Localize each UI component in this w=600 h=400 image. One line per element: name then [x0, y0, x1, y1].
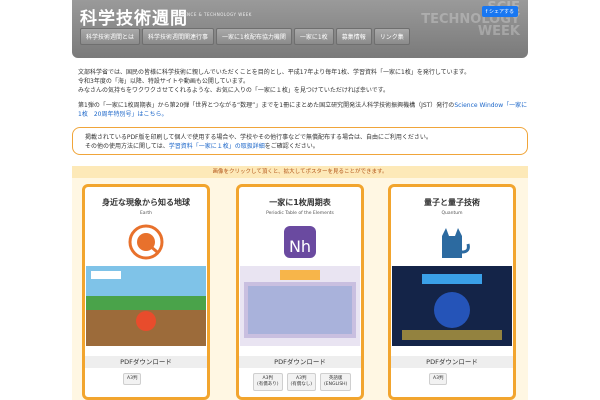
card-subtitle: Quantum [441, 211, 463, 216]
logo-subtitle: SCIENCE & TECHNOLOGY WEEK [176, 12, 252, 17]
nav-links[interactable]: リンク集 [373, 28, 410, 45]
nav-ikka-ni-ichimai[interactable]: 一家に1枚 [293, 28, 334, 45]
download-a3-button[interactable]: A3判 [123, 373, 142, 385]
pdf-download-label: PDFダウンロード [85, 356, 207, 368]
site-logo[interactable]: 科学技術週間 [80, 4, 188, 29]
click-hint-band: 画像をクリックして頂くと、拡大してポスターを見ることができます。 [72, 166, 528, 178]
poster-card-periodic-table: 一家に1枚周期表 Periodic Table of the Elements … [236, 184, 364, 400]
download-a3-free-button[interactable]: A3判 (有償なし) [286, 373, 317, 391]
download-a3-paid-button[interactable]: A3判 (有償あり) [253, 373, 283, 391]
card-title: 量子と量子技術 [424, 198, 480, 207]
pdf-download-label: PDFダウンロード [239, 356, 361, 368]
download-a3-button[interactable]: A3判 [429, 373, 448, 385]
nav-events[interactable]: 科学技術週間関連行事 [142, 28, 215, 45]
earth-poster-image[interactable] [86, 266, 206, 346]
site-header: 科学技術週間 SCIENCE & TECHNOLOGY WEEK SCIE TE… [72, 0, 528, 58]
pdf-download-label: PDFダウンロード [391, 356, 513, 368]
card-title: 一家に1枚周期表 [269, 198, 331, 207]
intro-text: 文部科学省では、国民の皆様に科学技術に親しんでいただくことを目的とし、平成17年… [78, 69, 528, 118]
facebook-share-button[interactable]: f シェアする [481, 6, 518, 17]
usage-details-link[interactable]: 学習資料「一家に１枚」の取扱詳細 [169, 143, 265, 150]
earth-icon [128, 224, 164, 260]
poster-card-earth: 身近な現象から知る地球 Earth PDFダウンロード A3判 [82, 184, 210, 400]
card-title: 身近な現象から知る地球 [102, 198, 190, 207]
svg-text:Nh: Nh [289, 237, 311, 256]
element-nh-icon: Nh [284, 226, 316, 258]
periodic-table-poster-image[interactable] [240, 266, 360, 346]
quantum-poster-image[interactable] [392, 266, 512, 346]
cat-icon [442, 228, 470, 258]
usage-notice: 掲載されているPDF版を印刷して個人で使用する場合や、学校やその他行事などで無償… [72, 127, 528, 155]
download-english-button[interactable]: 英語版 (ENGLISH) [320, 373, 352, 391]
main-nav: 科学技術週間とは 科学技術週間関連行事 一家に1枚配布協力機関 一家に1枚 募集… [80, 28, 410, 45]
card-subtitle: Earth [139, 211, 153, 216]
nav-recruitment[interactable]: 募集情報 [335, 28, 372, 45]
nav-distributors[interactable]: 一家に1枚配布協力機関 [216, 28, 292, 45]
poster-card-quantum: 量子と量子技術 Quantum PDFダウンロード A3判 [388, 184, 516, 400]
card-subtitle: Periodic Table of the Elements [266, 211, 334, 216]
nav-about[interactable]: 科学技術週間とは [80, 28, 141, 45]
